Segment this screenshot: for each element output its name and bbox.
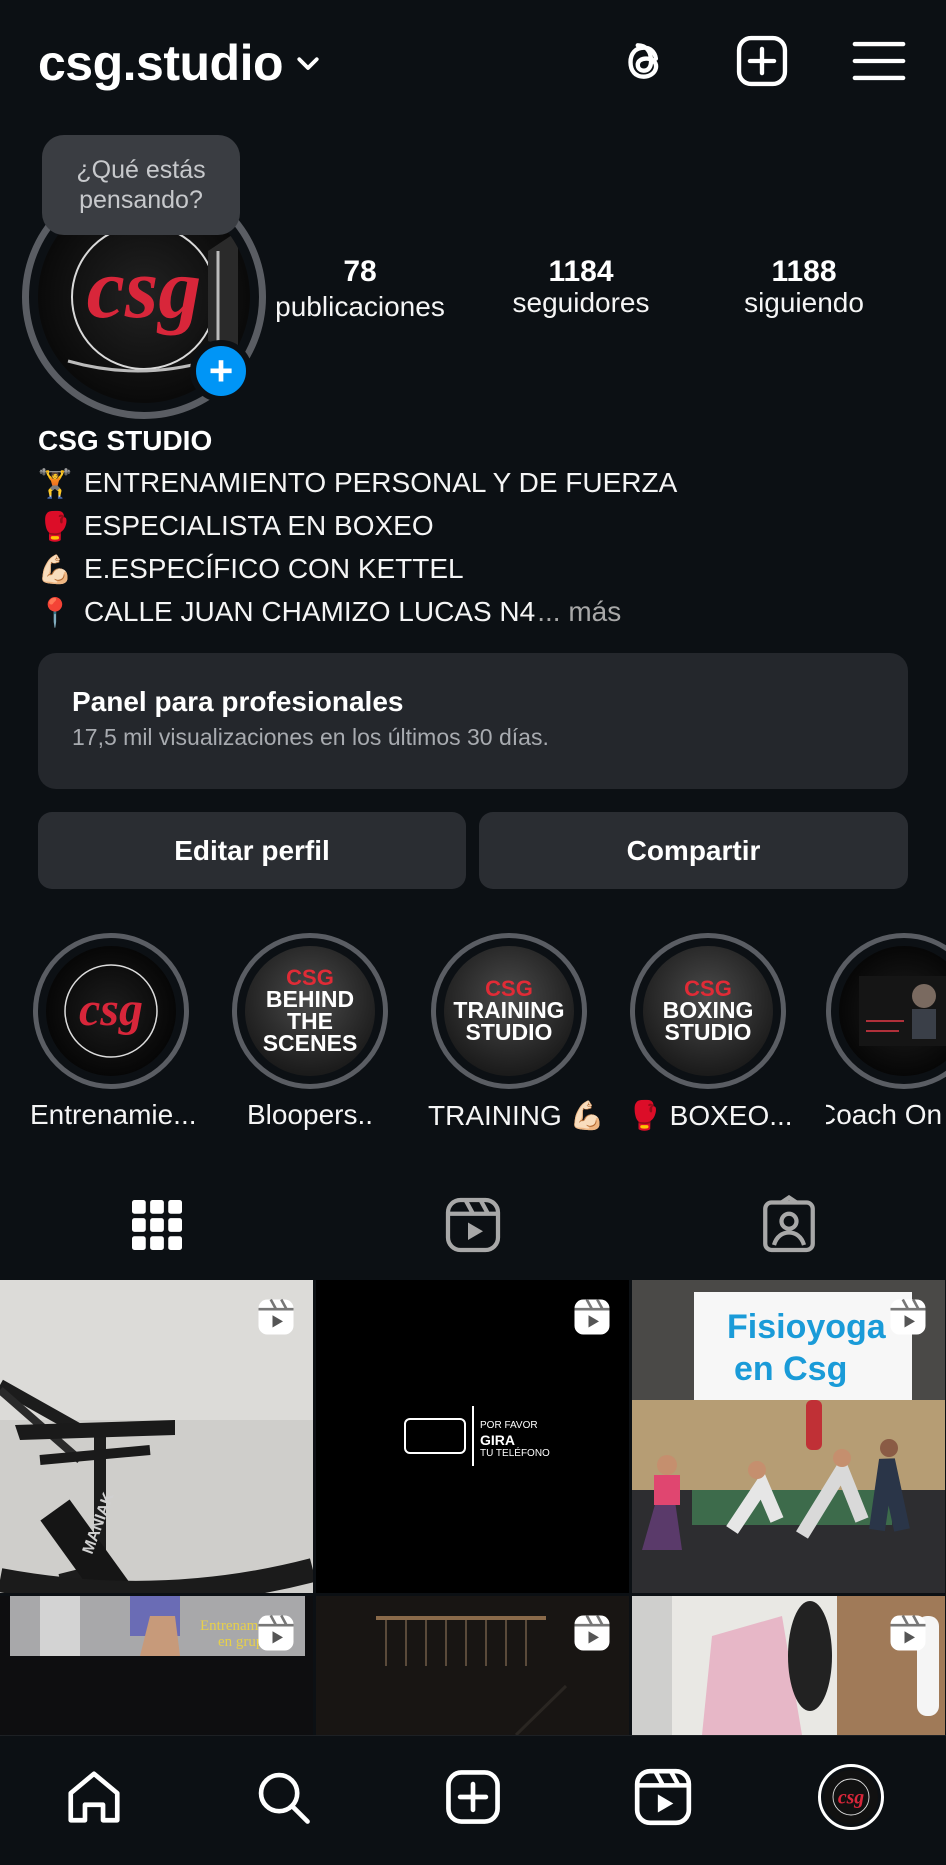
top-header: csg.studio: [0, 0, 946, 130]
tagged-user-icon: [763, 1194, 815, 1253]
highlight-cover-text: STUDIO: [664, 1019, 752, 1045]
flexed-bicep-icon: 💪🏻: [37, 553, 73, 585]
tab-tagged[interactable]: [759, 1194, 819, 1255]
reel-badge-icon: [574, 1614, 610, 1651]
highlight-ring: [826, 933, 946, 1089]
bio-line-text: ENTRENAMIENTO PERSONAL Y DE FUERZA: [84, 467, 678, 498]
pin-icon: 📍: [37, 596, 73, 628]
reel-badge-icon: [258, 1298, 294, 1335]
highlight-cover-text: SCENES: [262, 1029, 358, 1056]
post-thumbnail-group-training[interactable]: Entrenamiento en grupo: [0, 1596, 313, 1735]
phone-outline-icon: [404, 1418, 466, 1454]
professional-dashboard-panel[interactable]: Panel para profesionales 17,5 mil visual…: [38, 653, 908, 789]
rotate-notice-line: TU TELÉFONO: [480, 1447, 550, 1459]
create-post-icon[interactable]: [733, 32, 791, 90]
highlight-ring: CSG TRAINING STUDIO: [431, 933, 587, 1089]
highlight-item[interactable]: CSG TRAINING STUDIO TRAINING 💪🏻: [428, 933, 605, 1132]
avatar-thumb: csg: [824, 1770, 878, 1824]
reels-nav-icon[interactable]: [632, 1766, 694, 1828]
post-title-line: en Csg: [734, 1350, 847, 1388]
boxing-glove-icon: 🥊: [37, 510, 73, 542]
tab-posts-grid[interactable]: [127, 1195, 187, 1255]
reel-badge-icon: [258, 1614, 294, 1651]
composer-note-bubble[interactable]: ¿Qué estás pensando?: [42, 135, 240, 235]
stat-value: 78: [343, 255, 377, 288]
highlight-cover: csg: [46, 946, 176, 1076]
reel-badge-icon: [574, 1298, 610, 1335]
tab-reels[interactable]: [443, 1195, 503, 1255]
highlight-cover: [839, 946, 946, 1076]
account-switcher[interactable]: csg.studio: [38, 34, 323, 92]
highlight-ring: csg: [33, 933, 189, 1089]
stat-label: publicaciones: [275, 291, 445, 322]
highlight-label: Coach On: [826, 1099, 943, 1130]
highlight-item[interactable]: Coach On: [826, 933, 946, 1131]
bio: CSG STUDIO 🏋️ ENTRENAMIENTO PERSONAL Y D…: [38, 425, 918, 629]
bio-line-text: CALLE JUAN CHAMIZO LUCAS N4: [84, 596, 536, 627]
post-thumbnail-fisioyoga[interactable]: Fisioyoga en Csg: [632, 1280, 945, 1593]
rotate-notice-line: POR FAVOR: [480, 1420, 538, 1431]
highlight-label: Entrenamie...: [30, 1099, 197, 1130]
bio-more-link[interactable]: ... más: [537, 596, 621, 628]
search-icon[interactable]: [252, 1766, 314, 1828]
rotate-notice: POR FAVOR GIRA TU TELÉFONO: [480, 1420, 550, 1459]
chevron-down-icon: [293, 48, 323, 78]
avatar-thumb-logo: csg: [838, 1786, 864, 1808]
highlight-cover: CSG TRAINING STUDIO: [444, 946, 574, 1076]
bio-name: CSG STUDIO: [38, 425, 213, 456]
post-thumbnail-treadmill[interactable]: MANIAK: [0, 1280, 313, 1593]
bio-line: 🥊 ESPECIALISTA EN BOXEO: [38, 509, 918, 543]
share-profile-button[interactable]: Compartir: [479, 812, 908, 889]
highlight-item[interactable]: csg Entrenamie...: [30, 933, 197, 1131]
bio-line: 💪🏻 E.ESPECÍFICO CON KETTEL: [38, 552, 918, 586]
bio-line-text: E.ESPECÍFICO CON KETTEL: [84, 553, 464, 584]
edit-profile-button[interactable]: Editar perfil: [38, 812, 466, 889]
highlight-ring: CSG BOXING STUDIO: [630, 933, 786, 1089]
highlight-logo-text: csg: [79, 983, 143, 1036]
stat-following[interactable]: 1188 siguiendo: [718, 255, 890, 319]
menu-icon[interactable]: [850, 32, 908, 90]
bio-line-text: ESPECIALISTA EN BOXEO: [84, 510, 434, 541]
weightlifter-icon: 🏋️: [37, 467, 73, 499]
highlight-label: Bloopers..: [246, 1099, 374, 1130]
stat-value: 1188: [771, 255, 837, 288]
panel-subtitle: 17,5 mil visualizaciones en los últimos …: [72, 724, 549, 750]
panel-title: Panel para profesionales: [72, 686, 404, 717]
composer-note-text: ¿Qué estás pensando?: [76, 156, 206, 214]
bio-line: 📍 CALLE JUAN CHAMIZO LUCAS N4 ... más: [38, 595, 918, 629]
post-thumbnail-night[interactable]: [316, 1596, 629, 1735]
stat-followers[interactable]: 1184 seguidores: [488, 255, 674, 319]
post-thumbnail-rotate-phone[interactable]: POR FAVOR GIRA TU TELÉFONO: [316, 1280, 629, 1593]
stat-label: siguiendo: [744, 287, 864, 318]
highlight-item[interactable]: CSG BOXING STUDIO 🥊 BOXEO...: [627, 933, 793, 1132]
reel-badge-icon: [890, 1614, 926, 1651]
reel-badge-icon: [890, 1298, 926, 1335]
highlight-ring: CSG BEHIND THE SCENES: [232, 933, 388, 1089]
rotate-notice-line: GIRA: [480, 1431, 515, 1448]
grid-icon: [132, 1200, 182, 1250]
highlight-item[interactable]: CSG BEHIND THE SCENES Bloopers..: [229, 933, 391, 1131]
threads-icon[interactable]: [616, 32, 674, 90]
add-story-plus-icon[interactable]: +: [190, 340, 252, 402]
highlight-label: 🥊 BOXEO...: [627, 1100, 793, 1131]
highlight-cover: CSG BEHIND THE SCENES: [245, 946, 375, 1076]
create-icon[interactable]: [442, 1766, 504, 1828]
stat-posts[interactable]: 78 publicaciones: [265, 255, 455, 323]
highlight-label: TRAINING 💪🏻: [428, 1100, 605, 1131]
stat-label: seguidores: [512, 287, 650, 318]
bio-line: 🏋️ ENTRENAMIENTO PERSONAL Y DE FUERZA: [38, 466, 918, 500]
post-title-line: Fisioyoga: [727, 1308, 887, 1346]
highlight-cover: CSG BOXING STUDIO: [643, 946, 773, 1076]
avatar-logo-text: csg: [87, 240, 202, 336]
highlight-cover-text: STUDIO: [465, 1019, 553, 1045]
profile-nav-avatar[interactable]: csg: [818, 1764, 884, 1830]
reels-icon: [445, 1197, 501, 1253]
stat-value: 1184: [548, 255, 614, 288]
home-icon[interactable]: [63, 1766, 125, 1828]
post-thumbnail-boxing[interactable]: [632, 1596, 945, 1735]
profile-username: csg.studio: [38, 35, 284, 91]
divider: [472, 1406, 474, 1466]
